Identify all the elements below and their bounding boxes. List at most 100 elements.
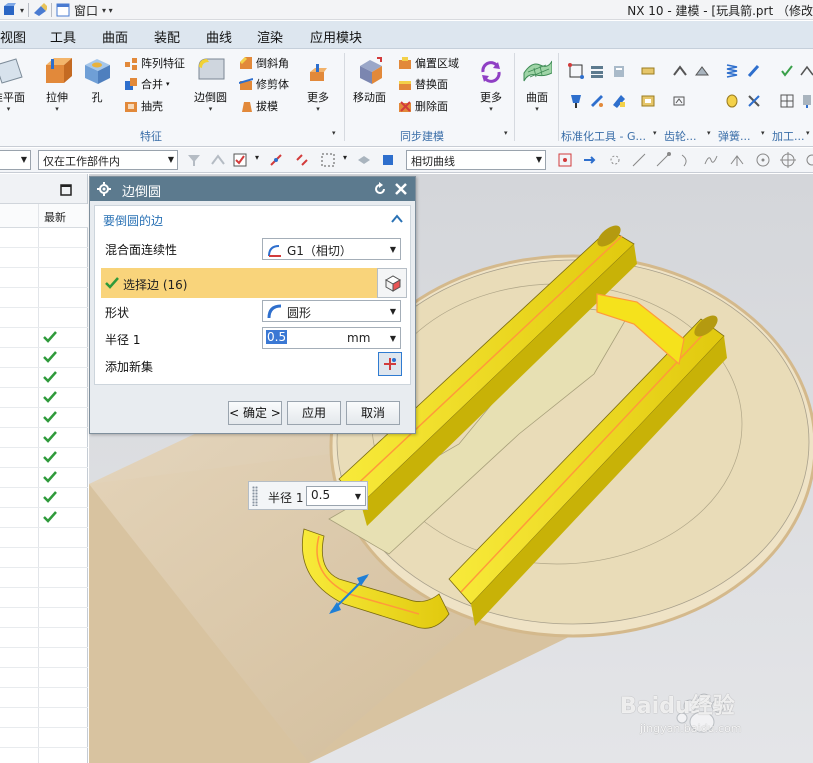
navigator-row[interactable] — [0, 368, 88, 388]
filter-icon[interactable] — [186, 152, 202, 168]
navigator-row[interactable] — [0, 548, 88, 568]
menu-render[interactable]: 渲染 — [257, 27, 283, 46]
check-flag-icon[interactable] — [779, 63, 795, 79]
chevron-down-icon[interactable]: ▾ ▾ — [102, 6, 113, 15]
chevron-down-icon[interactable]: ▾ — [806, 129, 810, 137]
cancel-button[interactable]: 取消 — [346, 401, 400, 425]
window-menu[interactable]: 窗口 — [74, 2, 98, 19]
delete-face-button[interactable]: 删除面 — [398, 98, 448, 114]
tangent-icon[interactable] — [804, 152, 813, 168]
menu-curve[interactable]: 曲线 — [206, 27, 232, 46]
close-icon[interactable] — [394, 182, 408, 196]
gauge-icon[interactable] — [640, 93, 656, 109]
navigator-row[interactable] — [0, 608, 88, 628]
onscreen-radius-input[interactable]: 半径 1 0.5 ▼ — [248, 481, 368, 510]
stack-icon[interactable] — [589, 63, 605, 79]
ruler-icon[interactable] — [640, 63, 656, 79]
collapse-icon[interactable] — [391, 214, 403, 224]
offset-region-button[interactable]: 偏置区域 — [398, 55, 459, 71]
navigator-row[interactable] — [0, 508, 88, 528]
select-edge-button[interactable] — [377, 268, 407, 298]
menu-view[interactable]: 视图 — [0, 27, 26, 46]
chevron-down-icon[interactable]: ▾ — [255, 153, 259, 162]
navigator-row[interactable] — [0, 568, 88, 588]
reset-icon[interactable] — [373, 182, 387, 196]
gear-analysis-icon[interactable] — [672, 93, 688, 109]
line-icon[interactable] — [631, 152, 647, 168]
select-all-icon[interactable] — [232, 152, 248, 168]
select-edge-row[interactable]: 选择边 (16) — [101, 268, 407, 298]
cube-icon[interactable] — [2, 3, 16, 17]
rect-select-icon[interactable] — [320, 152, 336, 168]
radius-input[interactable]: 0.5 mm ▼ — [262, 327, 401, 349]
curve-icon[interactable] — [679, 152, 695, 168]
chevron-down-icon[interactable]: ▾ — [332, 129, 336, 137]
chevron-down-icon[interactable]: ▾ — [504, 129, 508, 137]
column-latest[interactable]: 最新 — [44, 209, 66, 225]
navigator-row[interactable] — [0, 728, 88, 748]
deselect-icon[interactable] — [294, 152, 310, 168]
navigator-row[interactable] — [0, 528, 88, 548]
dialog-title-bar[interactable]: 边倒圆 — [90, 177, 415, 201]
coil-icon[interactable] — [724, 93, 740, 109]
draft-button[interactable]: 拔模 — [239, 98, 278, 114]
pencil-icon[interactable] — [746, 63, 762, 79]
endpoint-icon[interactable] — [655, 152, 671, 168]
move-face-button[interactable]: 移动面 — [353, 55, 386, 105]
chevron-down-icon[interactable]: ▾ — [20, 6, 24, 15]
chevron-down-icon[interactable]: ▾ — [343, 153, 347, 162]
curve-rule-combo[interactable]: 相切曲线 ▼ — [406, 150, 546, 170]
navigator-row[interactable] — [0, 288, 88, 308]
menu-tools[interactable]: 工具 — [50, 27, 76, 46]
standard-part-icon[interactable] — [611, 63, 627, 79]
navigator-row[interactable] — [0, 628, 88, 648]
surface-button[interactable]: 曲面 ▾ — [522, 55, 552, 113]
pattern-feature-button[interactable]: 阵列特征 — [124, 55, 185, 71]
tool-icon[interactable] — [746, 93, 762, 109]
navigator-row[interactable] — [0, 708, 88, 728]
menu-application[interactable]: 应用模块 — [310, 27, 362, 46]
bolt-icon[interactable] — [589, 93, 605, 109]
frame-icon[interactable] — [568, 63, 584, 79]
snap-icon[interactable] — [210, 152, 226, 168]
more-sync-button[interactable]: 更多 ▾ — [478, 59, 504, 113]
apply-button[interactable]: 应用 — [287, 401, 341, 425]
trim-body-button[interactable]: 修剪体 — [239, 76, 289, 92]
continuity-select[interactable]: G1（相切） ▼ — [262, 238, 401, 260]
datum-plane-button[interactable]: 准平面 ▾ — [0, 55, 25, 113]
menu-assemblies[interactable]: 装配 — [154, 27, 180, 46]
type-filter-combo[interactable]: ▼ — [0, 150, 31, 170]
navigator-row[interactable] — [0, 668, 88, 688]
menu-surface[interactable]: 曲面 — [102, 27, 128, 46]
quadrant-icon[interactable] — [780, 152, 796, 168]
hole-button[interactable]: 孔 — [82, 55, 112, 105]
follow-fillet-icon[interactable] — [582, 152, 598, 168]
navigator-row[interactable] — [0, 688, 88, 708]
navigator-row[interactable] — [0, 408, 88, 428]
replace-face-button[interactable]: 替换面 — [398, 76, 448, 92]
chevron-down-icon[interactable]: ▾ — [653, 129, 657, 137]
grid-icon[interactable] — [779, 93, 795, 109]
spring-icon[interactable] — [724, 63, 740, 79]
navigator-row[interactable] — [0, 588, 88, 608]
window-icon[interactable] — [56, 3, 70, 17]
drag-handle[interactable] — [252, 486, 258, 506]
onscreen-radius-field[interactable]: 0.5 ▼ — [306, 486, 366, 506]
gear-tool-icon[interactable] — [672, 63, 688, 79]
navigator-row[interactable] — [0, 388, 88, 408]
navigator-row[interactable] — [0, 248, 88, 268]
stop-at-intersection-icon[interactable] — [557, 152, 573, 168]
navigator-row[interactable] — [0, 308, 88, 328]
drill-icon[interactable] — [799, 93, 813, 109]
add-new-set-button[interactable] — [378, 352, 402, 376]
chamfer-button[interactable]: 倒斜角 — [239, 55, 289, 71]
edge-blend-button[interactable]: 边倒圆 ▾ — [194, 55, 227, 113]
switch-window-icon[interactable] — [33, 3, 48, 17]
face-filter-icon[interactable] — [380, 152, 396, 168]
washer-icon[interactable] — [611, 93, 627, 109]
center-icon[interactable] — [755, 152, 771, 168]
body-filter-icon[interactable] — [356, 152, 372, 168]
gear-mesh-icon[interactable] — [694, 63, 710, 79]
navigator-row[interactable] — [0, 328, 88, 348]
navigator-row[interactable] — [0, 468, 88, 488]
